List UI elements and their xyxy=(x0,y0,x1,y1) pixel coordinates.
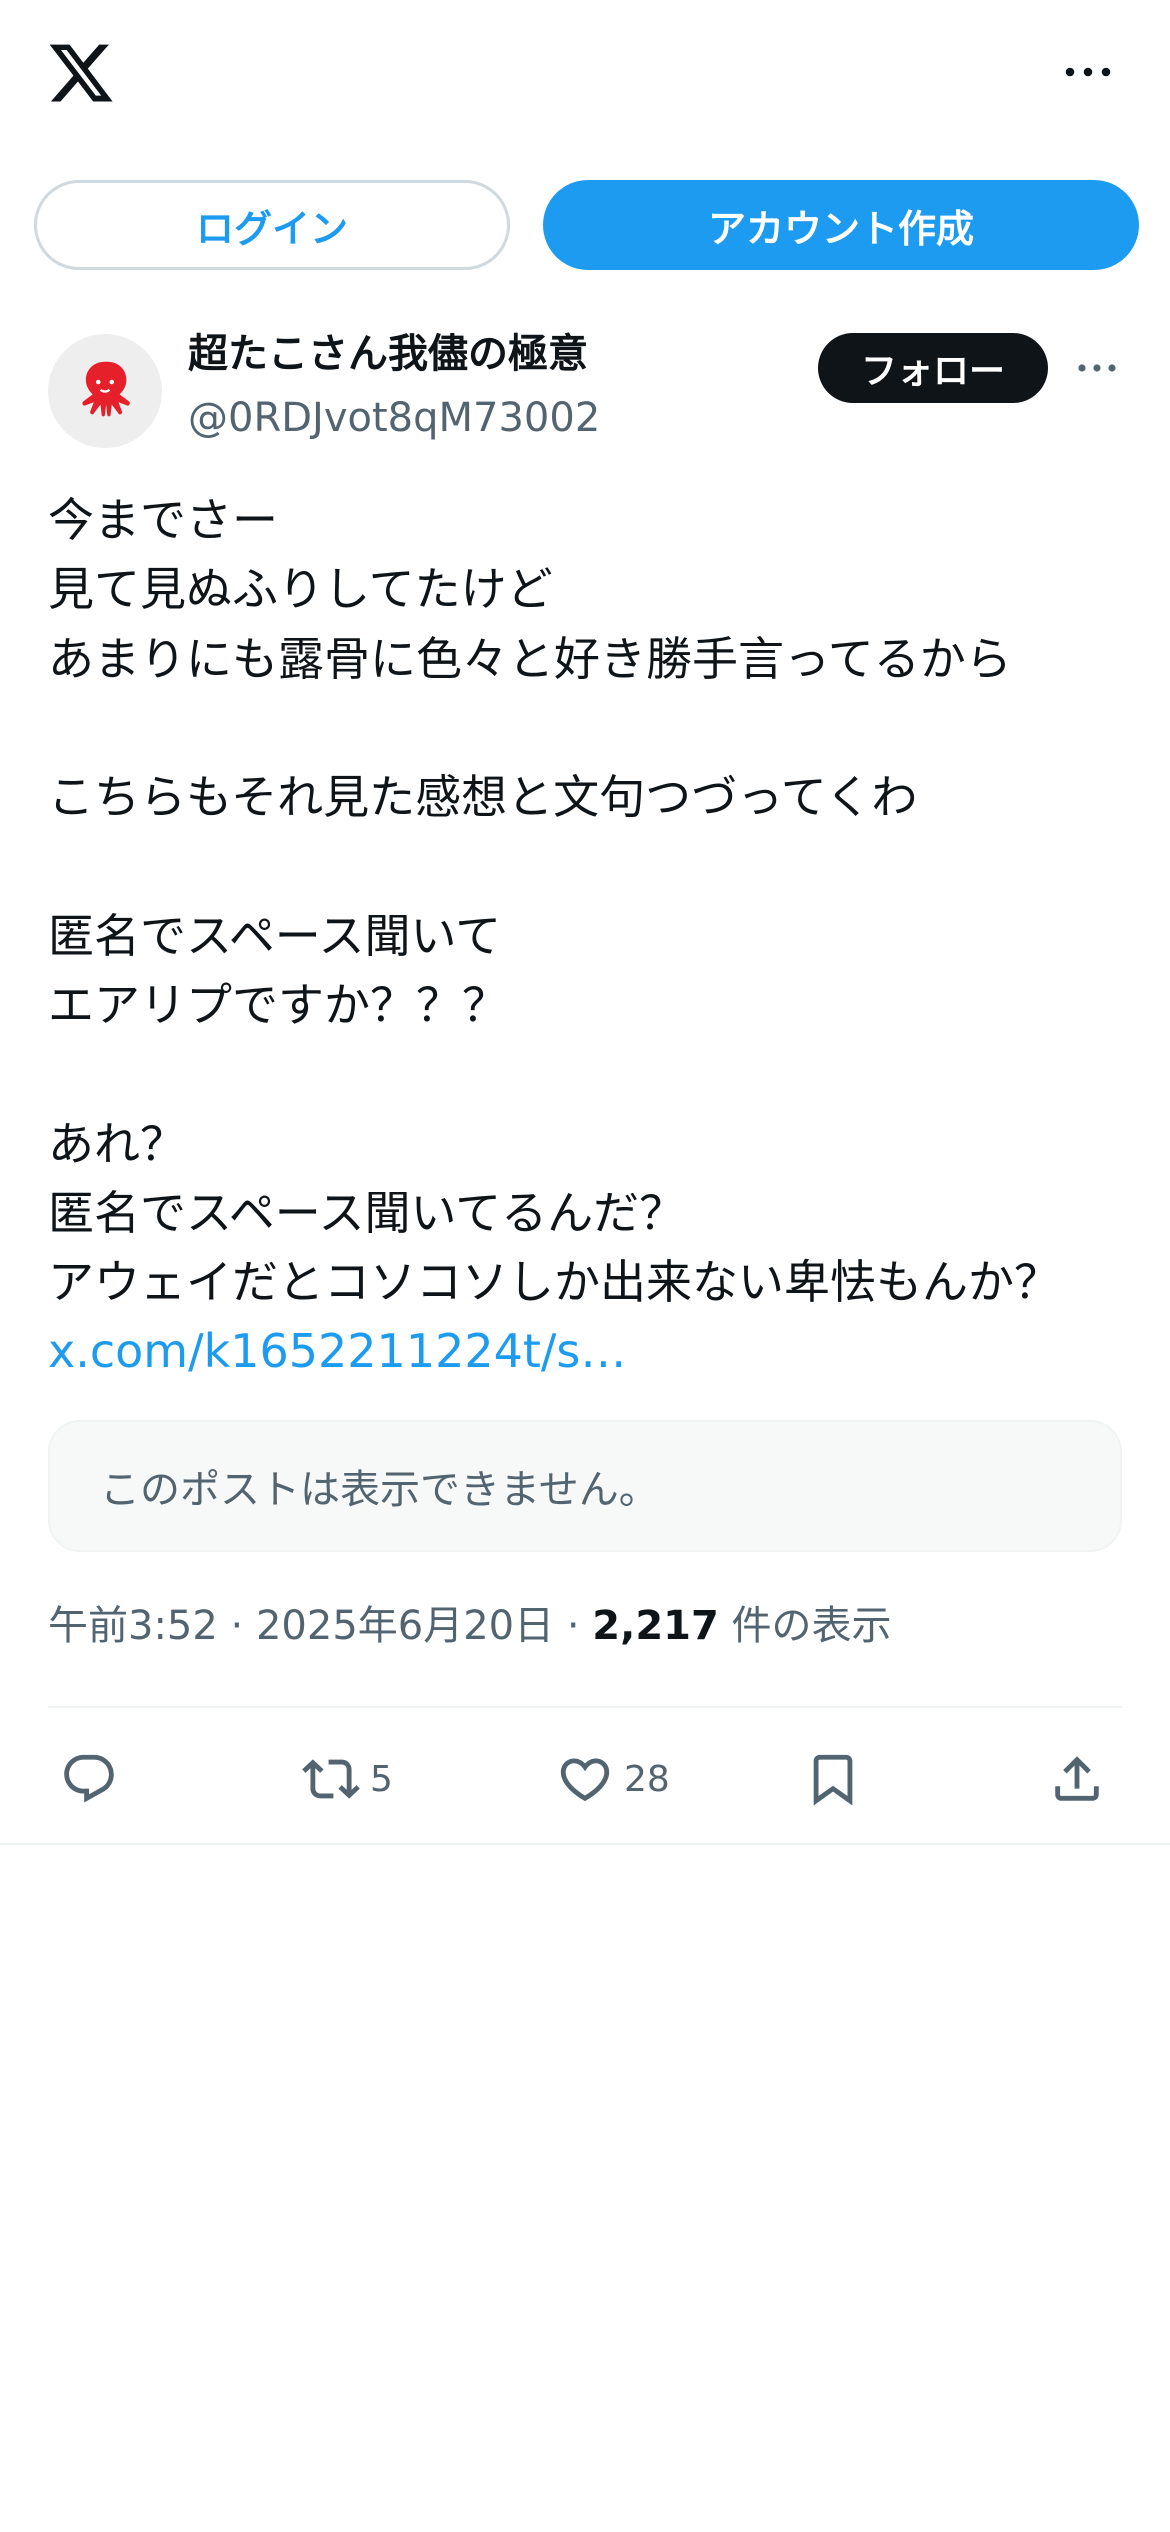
more-options-icon[interactable] xyxy=(1060,50,1116,94)
follow-button[interactable]: フォロー xyxy=(818,333,1048,403)
like-button[interactable]: 28 xyxy=(556,1744,670,1814)
divider xyxy=(0,1843,1170,1845)
author-handle[interactable]: @0RDJvot8qM73002 xyxy=(188,390,600,446)
like-count: 28 xyxy=(624,1758,670,1800)
octopus-icon xyxy=(82,361,130,417)
avatar[interactable] xyxy=(48,334,162,448)
view-label: 件の表示 xyxy=(731,1603,892,1649)
meta-separator: · xyxy=(554,1603,593,1649)
meta-separator: · xyxy=(217,1603,256,1649)
create-account-button[interactable]: アカウント作成 xyxy=(543,180,1139,270)
post-meta: 午前3:52 · 2025年6月20日 · 2,217 件の表示 xyxy=(48,1596,892,1656)
bookmark-icon xyxy=(813,1754,853,1806)
post-more-icon[interactable] xyxy=(1072,350,1122,386)
share-button[interactable] xyxy=(1048,1744,1106,1814)
view-count: 2,217 xyxy=(592,1603,719,1649)
share-icon xyxy=(1055,1756,1099,1801)
quote-unavailable-notice: このポストは表示できません。 xyxy=(48,1420,1122,1552)
post-date[interactable]: 2025年6月20日 xyxy=(256,1603,554,1649)
post-link[interactable]: x.com/k1652211224t/s… xyxy=(48,1317,626,1386)
heart-icon xyxy=(560,1758,610,1802)
x-logo-icon[interactable] xyxy=(46,38,116,108)
retweet-count: 5 xyxy=(370,1758,393,1800)
reply-icon xyxy=(64,1754,114,1803)
post-time[interactable]: 午前3:52 xyxy=(48,1603,218,1649)
bookmark-button[interactable] xyxy=(804,1744,862,1814)
login-button[interactable]: ログイン xyxy=(34,180,510,270)
quote-unavailable-text: このポストは表示できません。 xyxy=(100,1467,659,1513)
retweet-icon xyxy=(302,1759,360,1799)
retweet-button[interactable]: 5 xyxy=(302,1744,393,1814)
author-display-name[interactable]: 超たこさん我儘の極意 xyxy=(188,326,588,382)
post-text: 今までさー 見て見ぬふりしてたけど あまりにも露骨に色々と好き勝手言ってるから … xyxy=(48,493,1060,1310)
divider xyxy=(48,1706,1122,1708)
reply-button[interactable] xyxy=(60,1744,118,1814)
